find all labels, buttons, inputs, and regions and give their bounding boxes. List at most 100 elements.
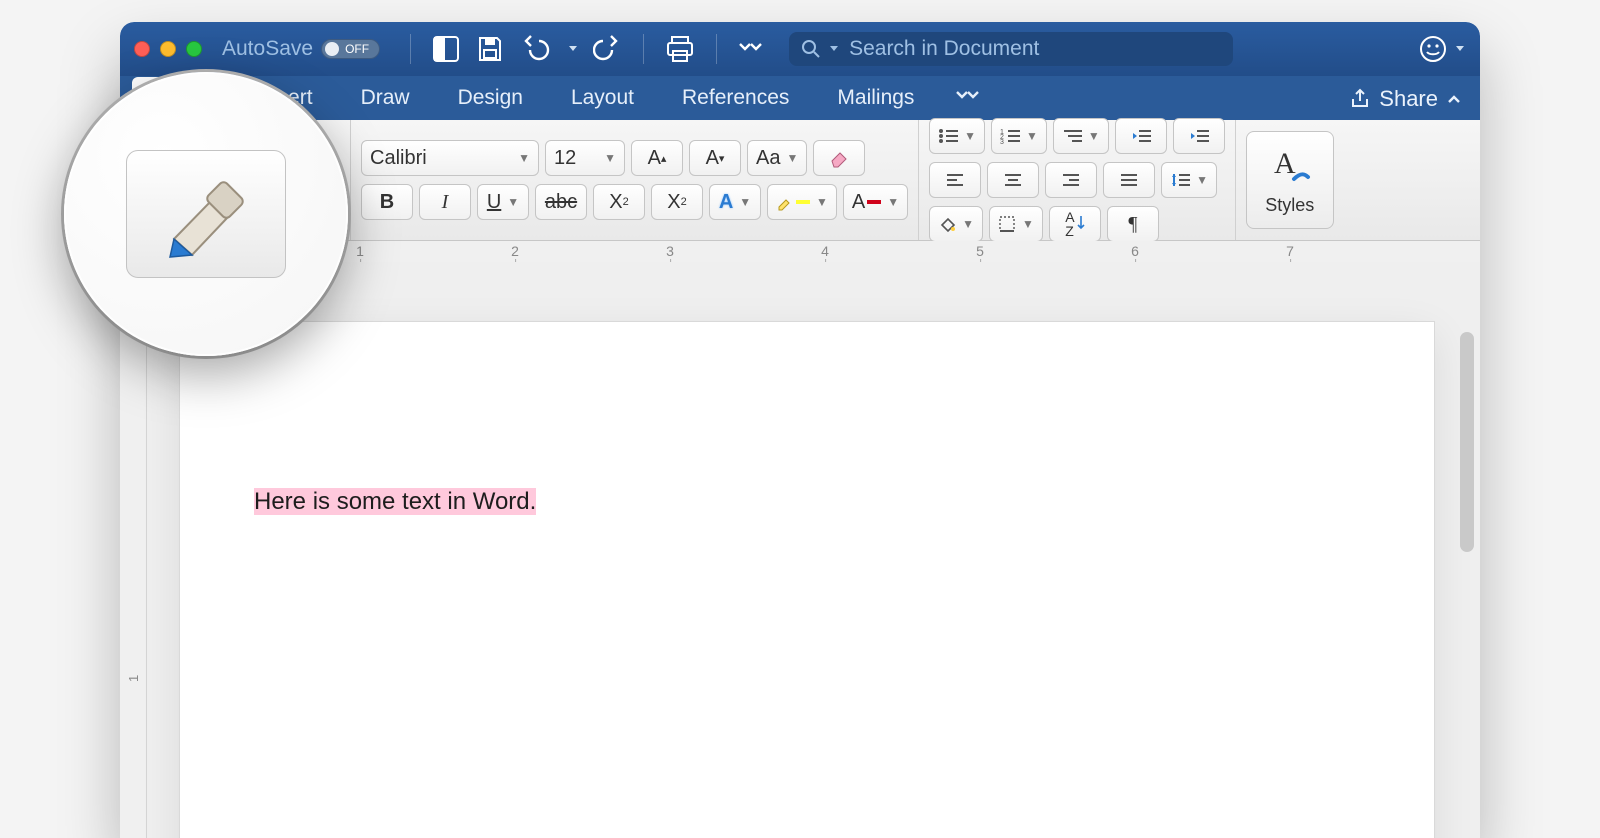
share-label: Share (1379, 86, 1438, 112)
styles-label: Styles (1265, 195, 1314, 216)
quick-access-toolbar (404, 34, 763, 64)
italic-button[interactable]: I (419, 184, 471, 220)
sort-arrow-icon (1077, 216, 1085, 232)
format-painter-button[interactable] (126, 150, 286, 278)
divider (716, 34, 717, 64)
clear-formatting-button[interactable] (813, 140, 865, 176)
ruler-mark: 1 (356, 243, 364, 259)
highlight-button[interactable]: ▼ (767, 184, 837, 220)
shading-button[interactable]: ▼ (929, 206, 983, 242)
sort-button[interactable]: AZ (1049, 206, 1101, 242)
tabs-overflow-icon[interactable] (938, 78, 996, 120)
borders-icon (998, 215, 1016, 233)
numbering-button[interactable]: 123▼ (991, 118, 1047, 154)
ruler-mark: 2 (511, 243, 519, 259)
line-spacing-icon (1170, 171, 1190, 189)
outdent-icon (1131, 127, 1151, 145)
qat-overflow-icon[interactable] (737, 41, 763, 57)
bullets-button[interactable]: ▼ (929, 118, 985, 154)
vertical-ruler[interactable]: 1 (120, 262, 147, 838)
subscript-button[interactable]: X2 (593, 184, 645, 220)
justify-button[interactable] (1103, 162, 1155, 198)
print-icon[interactable] (664, 34, 696, 64)
tab-design[interactable]: Design (434, 77, 547, 120)
share-icon (1349, 88, 1371, 110)
shrink-font-button[interactable]: A▾ (689, 140, 741, 176)
tab-references[interactable]: References (658, 77, 813, 120)
strikethrough-button[interactable]: abc (535, 184, 587, 220)
ruler-mark: 7 (1286, 243, 1294, 259)
font-group: Calibri▼ 12▼ A▴ A▾ Aa▼ B I U▼ abc X2 X2 (351, 120, 919, 240)
ribbon-tabs: Home Insert Draw Design Layout Reference… (120, 76, 1480, 120)
autosave-state: OFF (345, 42, 369, 56)
bullets-icon (938, 127, 958, 145)
titlebar: AutoSave OFF (120, 22, 1480, 76)
search-icon (801, 39, 821, 59)
styles-group: A Styles (1236, 120, 1344, 240)
ruler-mark: 3 (666, 243, 674, 259)
ruler-mark: 4 (821, 243, 829, 259)
paragraph-group: ▼ 123▼ ▼ ▼ (919, 120, 1236, 240)
change-case-button[interactable]: Aa▼ (747, 140, 807, 176)
open-template-icon[interactable] (431, 34, 461, 64)
undo-menu-icon[interactable] (567, 43, 579, 55)
svg-text:A: A (1274, 147, 1296, 180)
svg-text:3: 3 (1000, 139, 1004, 145)
borders-button[interactable]: ▼ (989, 206, 1043, 242)
document-area: 1 Here is some text in Word. (120, 262, 1480, 838)
eraser-icon (828, 147, 850, 169)
align-center-button[interactable] (987, 162, 1039, 198)
autosave-control[interactable]: AutoSave OFF (222, 37, 380, 61)
document-search[interactable] (789, 32, 1233, 66)
bold-button[interactable]: B (361, 184, 413, 220)
align-left-icon (945, 172, 965, 188)
tab-mailings[interactable]: Mailings (813, 77, 938, 120)
align-center-icon (1003, 172, 1023, 188)
share-button[interactable]: Share (1341, 86, 1480, 120)
undo-icon[interactable] (519, 34, 553, 64)
align-left-button[interactable] (929, 162, 981, 198)
font-name-select[interactable]: Calibri▼ (361, 140, 539, 176)
feedback-menu-icon[interactable] (1454, 43, 1466, 55)
vertical-scrollbar[interactable] (1460, 332, 1474, 552)
format-painter-icon (156, 169, 256, 259)
font-size-select[interactable]: 12▼ (545, 140, 625, 176)
grow-font-button[interactable]: A▴ (631, 140, 683, 176)
font-color-button[interactable]: A▼ (843, 184, 908, 220)
numbering-icon: 123 (1000, 127, 1020, 145)
vruler-mark: 1 (126, 675, 141, 682)
justify-icon (1119, 172, 1139, 188)
styles-icon: A (1268, 145, 1312, 189)
search-input[interactable] (847, 36, 1221, 62)
save-icon[interactable] (475, 34, 505, 64)
document-body-text[interactable]: Here is some text in Word. (254, 488, 536, 516)
line-spacing-button[interactable]: ▼ (1161, 162, 1217, 198)
show-marks-button[interactable]: ¶ (1107, 206, 1159, 242)
divider (410, 34, 411, 64)
paint-bucket-icon (938, 215, 956, 233)
redo-icon[interactable] (593, 34, 623, 64)
text-effects-button[interactable]: A▼ (709, 184, 761, 220)
autosave-toggle[interactable]: OFF (321, 39, 380, 59)
collapse-ribbon-icon[interactable] (1446, 91, 1462, 107)
traffic-close[interactable] (134, 41, 150, 57)
document-page[interactable]: Here is some text in Word. (180, 322, 1434, 838)
ruler-mark: 6 (1131, 243, 1139, 259)
superscript-button[interactable]: X2 (651, 184, 703, 220)
search-menu-icon[interactable] (829, 44, 839, 54)
traffic-minimize[interactable] (160, 41, 176, 57)
align-right-button[interactable] (1045, 162, 1097, 198)
traffic-zoom[interactable] (186, 41, 202, 57)
increase-indent-button[interactable] (1173, 118, 1225, 154)
toggle-knob (325, 42, 339, 56)
feedback-smile-icon[interactable] (1418, 34, 1448, 64)
font-name-value: Calibri (370, 147, 427, 170)
tab-draw[interactable]: Draw (337, 77, 434, 120)
tab-layout[interactable]: Layout (547, 77, 658, 120)
font-size-value: 12 (554, 147, 576, 170)
divider (643, 34, 644, 64)
multilevel-list-button[interactable]: ▼ (1053, 118, 1109, 154)
styles-pane-button[interactable]: A Styles (1246, 131, 1334, 229)
decrease-indent-button[interactable] (1115, 118, 1167, 154)
underline-button[interactable]: U▼ (477, 184, 529, 220)
